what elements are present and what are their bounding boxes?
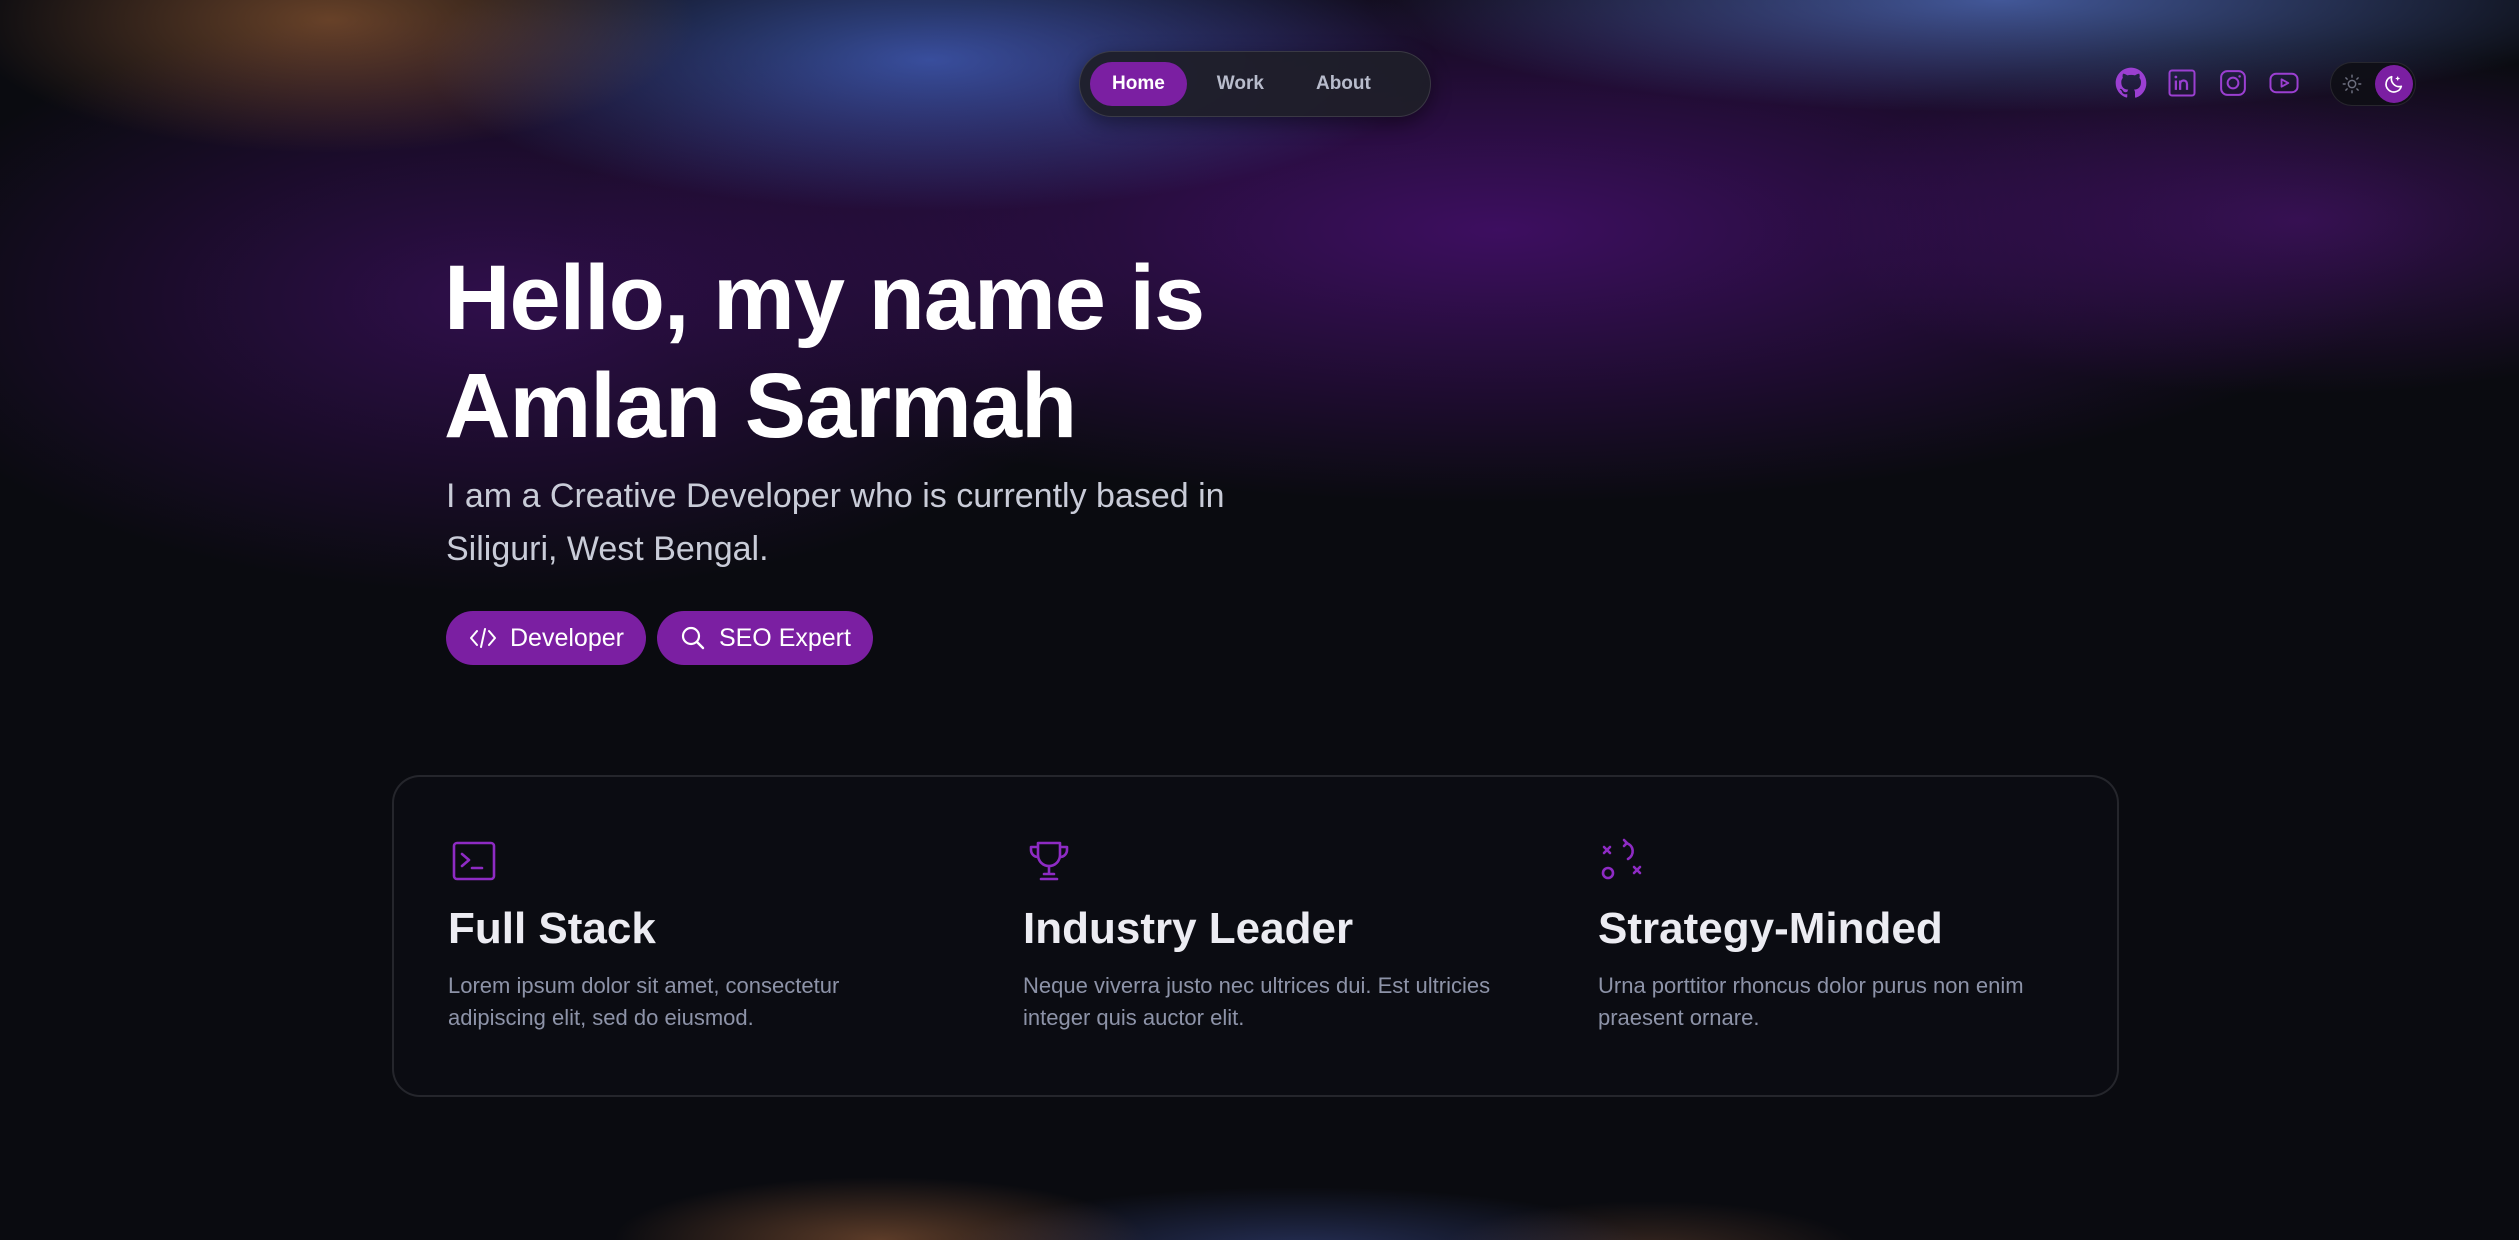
sun-icon	[2342, 74, 2362, 94]
strategy-icon	[1601, 838, 1642, 880]
background-glow-bottom	[0, 1080, 2519, 1240]
tag-developer[interactable]: Developer	[446, 611, 646, 665]
hero-tags: Developer SEO Expert	[446, 611, 873, 665]
main-nav: Home Work About	[1079, 51, 1431, 117]
social-links	[2114, 66, 2301, 100]
youtube-icon[interactable]	[2267, 66, 2301, 100]
feature-title: Full Stack	[448, 904, 656, 953]
hero-subtitle: I am a Creative Developer who is current…	[446, 477, 1225, 568]
feature-title: Strategy-Minded	[1598, 904, 1943, 953]
theme-toggle-knob	[2375, 65, 2413, 103]
tag-seo-expert-label: SEO Expert	[718, 623, 851, 652]
terminal-icon	[452, 841, 496, 881]
feature-text: Neque viverra justo nec ultrices dui. Es…	[1023, 973, 1491, 1030]
nav-home[interactable]: Home	[1090, 62, 1187, 106]
hero-title: Hello, my name is Amlan Sarmah	[444, 244, 1205, 460]
hero-title-line1: Hello, my name is	[444, 247, 1205, 349]
page: Home Work About Hello, my name is Amlan …	[0, 0, 2519, 1240]
feature-text: Lorem ipsum dolor sit amet, consectetur …	[448, 973, 840, 1030]
hero-title-line2: Amlan Sarmah	[444, 355, 1077, 457]
github-icon[interactable]	[2114, 66, 2148, 100]
tag-seo-expert[interactable]: SEO Expert	[656, 611, 873, 665]
instagram-icon[interactable]	[2216, 66, 2250, 100]
feature-industry-leader: Industry Leader Neque viverra justo nec …	[1023, 835, 1503, 1034]
code-icon	[470, 628, 496, 648]
feature-title: Industry Leader	[1023, 904, 1354, 953]
tag-developer-label: Developer	[510, 623, 624, 652]
feature-text: Urna porttitor rhoncus dolor purus non e…	[1598, 973, 2024, 1030]
theme-toggle[interactable]	[2330, 62, 2416, 106]
feature-full-stack: Full Stack Lorem ipsum dolor sit amet, c…	[448, 835, 928, 1034]
search-icon	[681, 626, 705, 650]
trophy-icon	[1029, 841, 1069, 881]
nav-work[interactable]: Work	[1195, 62, 1286, 106]
moon-icon	[2385, 75, 2403, 93]
feature-strategy-minded: Strategy-Minded Urna porttitor rhoncus d…	[1598, 835, 2078, 1034]
features-card: Full Stack Lorem ipsum dolor sit amet, c…	[392, 775, 2119, 1097]
linkedin-icon[interactable]	[2165, 66, 2199, 100]
nav-about[interactable]: About	[1294, 62, 1393, 106]
